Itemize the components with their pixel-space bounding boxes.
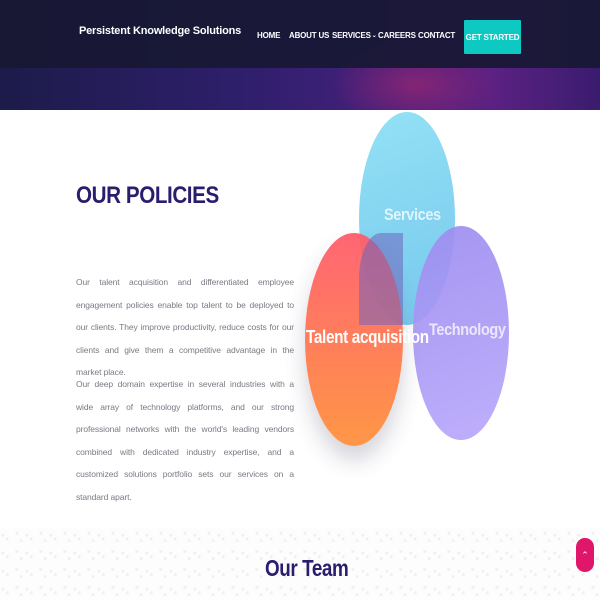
- chevron-down-icon: ⌄: [371, 33, 377, 39]
- team-title: Our Team: [265, 555, 349, 581]
- venn-label-technology: Technology: [429, 320, 506, 339]
- nav-services[interactable]: SERVICES⌄: [332, 31, 377, 40]
- nav-careers[interactable]: CAREERS: [378, 31, 416, 40]
- nav-about-us[interactable]: ABOUT US: [289, 31, 329, 40]
- brand-logo-text[interactable]: Persistent Knowledge Solutions: [79, 25, 241, 37]
- scroll-to-top-button[interactable]: ⌃: [576, 538, 594, 572]
- get-started-button[interactable]: GET STARTED: [464, 20, 521, 54]
- nav-contact[interactable]: CONTACT: [418, 31, 455, 40]
- venn-overlap: [359, 233, 403, 325]
- venn-label-services: Services: [384, 205, 441, 224]
- policies-title: OUR POLICIES: [76, 182, 219, 209]
- chevron-up-icon: ⌃: [581, 549, 589, 560]
- policies-paragraph-1: Our talent acquisition and differentiate…: [76, 277, 294, 377]
- policies-paragraph-2: Our deep domain expertise in several ind…: [76, 379, 294, 502]
- nav-services-label: SERVICES: [332, 31, 371, 40]
- venn-label-talent: Talent acquisition: [306, 327, 429, 347]
- nav-home[interactable]: HOME: [257, 31, 280, 40]
- navbar: Persistent Knowledge Solutions HOME ABOU…: [0, 0, 600, 68]
